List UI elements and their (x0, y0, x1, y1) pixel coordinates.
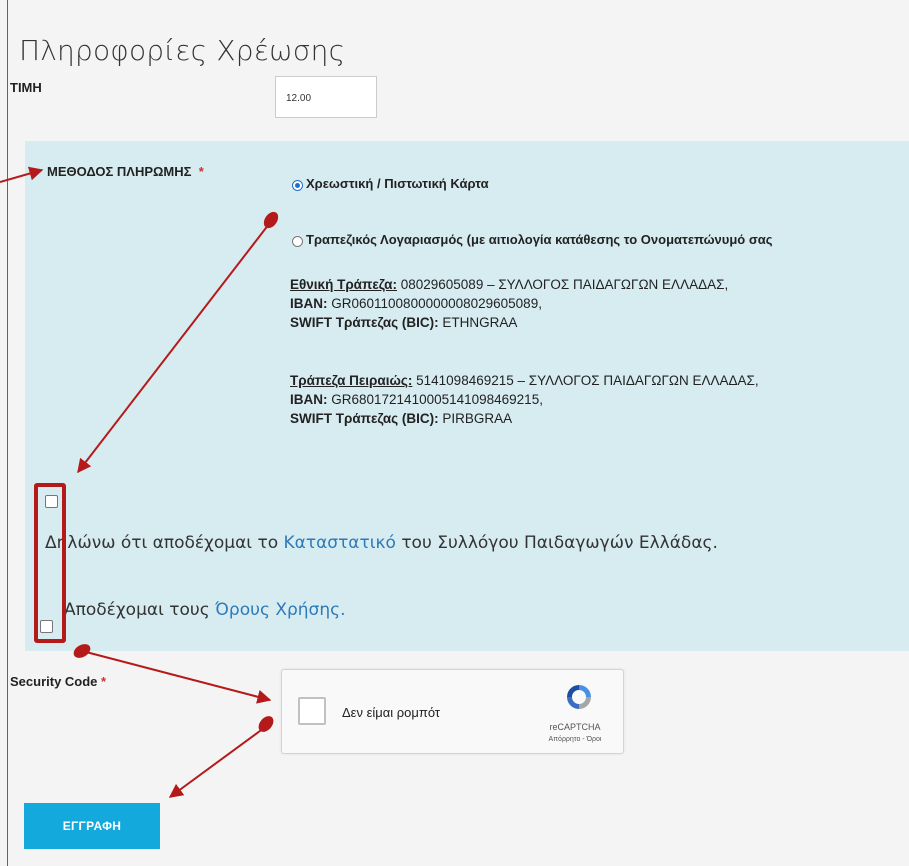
bank-info-national: Εθνική Τράπεζα: 08029605089 – ΣΥΛΛΟΓΟΣ Π… (290, 275, 728, 332)
price-label: ΤΙΜΗ (10, 80, 42, 95)
recaptcha-privacy-terms-link[interactable]: Απόρρητο - Όροι (527, 736, 623, 743)
payment-option-card-label: Χρεωστική / Πιστωτική Κάρτα (306, 176, 489, 191)
register-button[interactable]: ΕΓΓΡΑΦΗ (24, 803, 160, 849)
required-asterisk: * (101, 674, 107, 689)
recaptcha-widget: Δεν είμαι ρομπότ reCAPTCHA Απόρρητο - Όρ… (281, 669, 624, 754)
bank-name: Εθνική Τράπεζα: (290, 277, 397, 292)
swift-label: SWIFT Τράπεζας (BIC): (290, 411, 439, 426)
payment-option-card[interactable]: Χρεωστική / Πιστωτική Κάρτα (292, 176, 489, 191)
iban-value: GR6801721410005141098469215, (327, 392, 543, 407)
statute-link[interactable]: Καταστατικό (284, 533, 396, 553)
swift-value: PIRBGRAA (438, 411, 513, 426)
page-title: Πληροφορίες Χρέωσης (19, 34, 346, 67)
terms-declaration: Αποδέχομαι τους Όρους Χρήσης. (64, 600, 346, 620)
security-code-label: Security Code * (10, 674, 107, 689)
recaptcha-checkbox[interactable] (298, 697, 326, 725)
payment-option-bank-label: Τραπεζικός Λογαριασμός (με αιτιολογία κα… (306, 232, 773, 247)
recaptcha-logo-icon (567, 685, 591, 709)
radio-bank[interactable] (292, 236, 303, 247)
required-asterisk: * (198, 164, 204, 179)
bank-name: Τράπεζα Πειραιώς: (290, 373, 413, 388)
iban-value: GR0601100800000008029605089, (327, 296, 542, 311)
recaptcha-brand: reCAPTCHA (549, 722, 601, 732)
payment-option-bank[interactable]: Τραπεζικός Λογαριασμός (με αιτιολογία κα… (292, 232, 773, 247)
bank-account: 08029605089 – ΣΥΛΛΟΓΟΣ ΠΑΙΔΑΓΩΓΩΝ ΕΛΛΑΔΑ… (396, 277, 729, 292)
swift-label: SWIFT Τράπεζας (BIC): (290, 315, 439, 330)
bank-info-piraeus: Τράπεζα Πειραιώς: 5141098469215 – ΣΥΛΛΟΓ… (290, 371, 759, 428)
iban-label: IBAN: (290, 296, 328, 311)
iban-label: IBAN: (290, 392, 328, 407)
radio-card[interactable] (292, 180, 303, 191)
swift-value: ETHNGRAA (438, 315, 518, 330)
annotation-highlight-box (34, 483, 66, 643)
price-input[interactable]: 12.00 (275, 76, 377, 118)
bank-account: 5141098469215 – ΣΥΛΛΟΓΟΣ ΠΑΙΔΑΓΩΓΩΝ ΕΛΛΑ… (412, 373, 759, 388)
payment-method-label: ΜΕΘΟΔΟΣ ΠΛΗΡΩΜΗΣ * (47, 164, 204, 179)
terms-link[interactable]: Όρους Χρήσης. (215, 600, 345, 620)
statute-declaration: Δηλώνω ότι αποδέχομαι το Καταστατικό του… (45, 533, 718, 553)
recaptcha-label: Δεν είμαι ρομπότ (342, 705, 441, 720)
